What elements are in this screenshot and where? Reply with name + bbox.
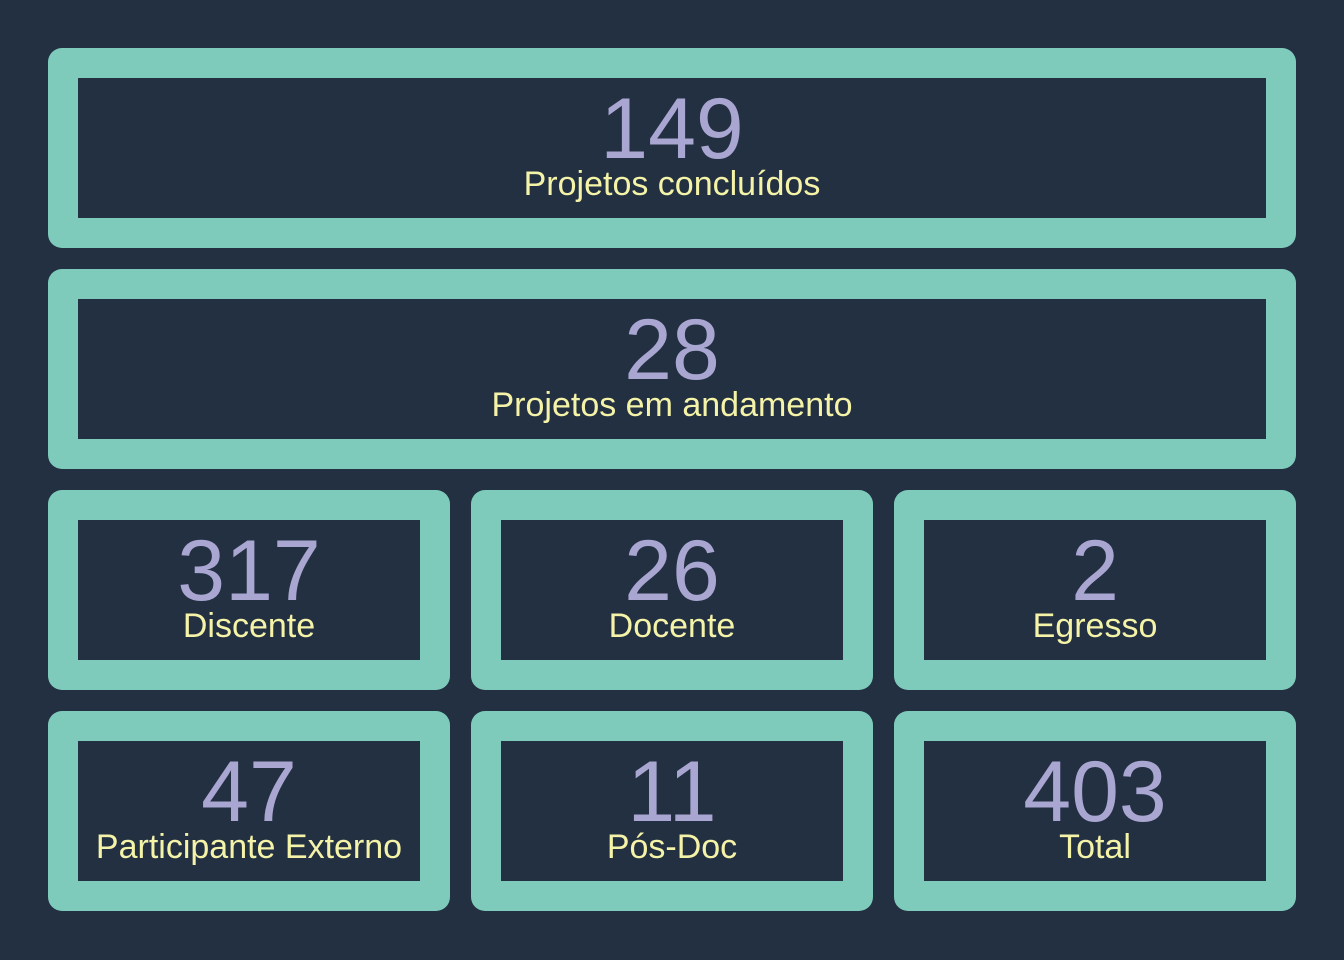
card-participante-externo: 47 Participante Externo <box>48 711 450 911</box>
egresso-label: Egresso <box>1032 607 1158 645</box>
card-total: 403 Total <box>894 711 1296 911</box>
card-egresso: 2 Egresso <box>894 490 1296 690</box>
card-docente: 26 Docente <box>471 490 873 690</box>
participante-externo-label: Participante Externo <box>95 828 403 866</box>
docente-label: Docente <box>608 607 736 645</box>
discente-label: Discente <box>182 607 316 645</box>
card-pos-doc-inner: 11 Pós-Doc <box>501 741 843 881</box>
total-value: 403 <box>1023 744 1167 840</box>
projetos-em-andamento-value: 28 <box>624 302 720 398</box>
card-participante-externo-inner: 47 Participante Externo <box>78 741 420 881</box>
egresso-value: 2 <box>1071 523 1119 619</box>
stats-dashboard: 149 Projetos concluídos 28 Projetos em a… <box>0 0 1344 960</box>
card-projetos-em-andamento-inner: 28 Projetos em andamento <box>78 299 1266 439</box>
card-projetos-em-andamento: 28 Projetos em andamento <box>48 269 1296 469</box>
projetos-concluidos-label: Projetos concluídos <box>523 165 821 203</box>
card-projetos-concluidos-inner: 149 Projetos concluídos <box>78 78 1266 218</box>
docente-value: 26 <box>624 523 720 619</box>
card-docente-inner: 26 Docente <box>501 520 843 660</box>
participante-externo-value: 47 <box>201 744 297 840</box>
pos-doc-value: 11 <box>627 744 717 840</box>
card-discente: 317 Discente <box>48 490 450 690</box>
total-label: Total <box>1059 828 1131 866</box>
projetos-em-andamento-label: Projetos em andamento <box>491 386 853 424</box>
projetos-concluidos-value: 149 <box>600 81 744 177</box>
card-pos-doc: 11 Pós-Doc <box>471 711 873 911</box>
pos-doc-label: Pós-Doc <box>606 828 738 866</box>
card-egresso-inner: 2 Egresso <box>924 520 1266 660</box>
card-projetos-concluidos: 149 Projetos concluídos <box>48 48 1296 248</box>
card-discente-inner: 317 Discente <box>78 520 420 660</box>
card-total-inner: 403 Total <box>924 741 1266 881</box>
discente-value: 317 <box>177 523 321 619</box>
